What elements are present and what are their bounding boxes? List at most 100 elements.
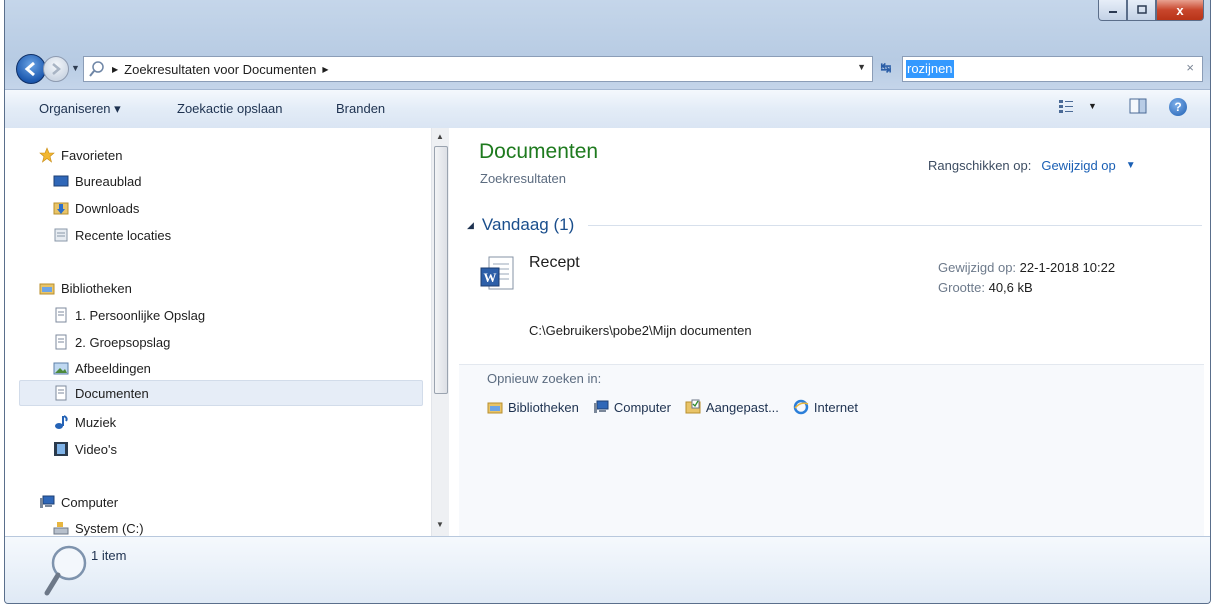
- change-view-button[interactable]: ▼: [1058, 98, 1097, 114]
- explorer-window: x ▼ ▶ Zoekresultaten voor Documenten ▶ ▼…: [4, 0, 1211, 604]
- size-label: Grootte:: [938, 280, 985, 295]
- details-pane: 1 item: [5, 536, 1210, 603]
- document-library-icon: [55, 334, 67, 350]
- sidebar-item-label: 2. Groepsopslag: [75, 334, 171, 350]
- internet-explorer-icon: [793, 399, 809, 415]
- document-library-icon: [55, 385, 67, 401]
- music-note-icon: [55, 415, 68, 429]
- libraries-icon: [39, 283, 55, 295]
- minimize-button[interactable]: [1098, 0, 1127, 21]
- scroll-down-icon[interactable]: ▼: [436, 520, 444, 529]
- search-again-computer[interactable]: Computer: [593, 399, 671, 415]
- sidebar-header-label: Bibliotheken: [61, 280, 132, 296]
- sidebar-item-downloads[interactable]: Downloads: [53, 195, 139, 221]
- burn-button[interactable]: Branden: [336, 101, 385, 116]
- chevron-down-icon[interactable]: ▼: [1126, 158, 1136, 174]
- page-subtitle: Zoekresultaten: [480, 171, 566, 186]
- size-value: 40,6 kB: [988, 280, 1033, 295]
- search-result-item[interactable]: W Recept C:\Gebruikers\pobe2\Mijn docume…: [479, 250, 1204, 350]
- organize-menu-button[interactable]: Organiseren ▾: [39, 101, 121, 117]
- sidebar-item-label: Downloads: [75, 200, 140, 216]
- maximize-icon: [1136, 5, 1147, 14]
- back-button[interactable]: [16, 54, 46, 84]
- sidebar-item-libraries[interactable]: Bibliotheken: [39, 275, 132, 301]
- arrange-by-value[interactable]: Gewijzigd op: [1041, 158, 1115, 174]
- sidebar-item-desktop[interactable]: Bureaublad: [53, 168, 142, 194]
- search-again-libraries[interactable]: Bibliotheken: [487, 399, 579, 415]
- search-input-value[interactable]: rozijnen: [906, 60, 954, 78]
- search-input[interactable]: rozijnen ×: [902, 56, 1203, 82]
- pictures-icon: [53, 362, 69, 375]
- minimize-icon: [1108, 11, 1117, 13]
- sidebar-item-computer[interactable]: Computer: [39, 489, 118, 515]
- sidebar-item-label: Video's: [75, 441, 117, 457]
- recent-locations-icon: [54, 228, 68, 242]
- document-library-icon: [55, 307, 67, 323]
- sidebar-item-system-drive[interactable]: System (C:): [53, 515, 144, 536]
- drive-icon: [53, 522, 69, 535]
- page-title: Documenten: [479, 140, 599, 163]
- collapse-triangle-icon[interactable]: ◢: [467, 220, 474, 231]
- search-again-custom[interactable]: Aangepast...: [685, 399, 779, 415]
- arrange-by-control[interactable]: Rangschikken op: Gewijzigd op ▼: [928, 158, 1136, 174]
- search-again-section: Opnieuw zoeken in: Bibliotheken Computer…: [459, 365, 1204, 536]
- scrollbar-thumb[interactable]: [434, 146, 448, 394]
- sidebar-item-videos[interactable]: Video's: [53, 436, 117, 462]
- sidebar-item-music[interactable]: Muziek: [53, 409, 116, 435]
- custom-folder-icon: [685, 399, 701, 414]
- clear-search-icon[interactable]: ×: [1186, 60, 1194, 75]
- computer-icon: [40, 495, 55, 508]
- breadcrumb-separator[interactable]: ▶: [112, 65, 118, 74]
- search-again-link-label: Computer: [613, 399, 671, 415]
- sidebar-item-group-storage[interactable]: 2. Groepsopslag: [53, 329, 170, 355]
- sidebar-item-personal-storage[interactable]: 1. Persoonlijke Opslag: [53, 302, 205, 328]
- sidebar-item-recent-locations[interactable]: Recente locaties: [53, 222, 171, 248]
- chevron-down-icon: ▼: [1088, 101, 1097, 111]
- navigation-pane-scrollbar[interactable]: ▲ ▼: [431, 128, 449, 536]
- search-again-link-label: Aangepast...: [705, 399, 779, 415]
- address-bar[interactable]: ▶ Zoekresultaten voor Documenten ▶ ▼: [83, 56, 873, 82]
- help-icon: ?: [1169, 98, 1187, 116]
- search-again-link-label: Bibliotheken: [508, 399, 579, 415]
- breadcrumb-separator[interactable]: ▶: [322, 65, 328, 74]
- maximize-button[interactable]: [1127, 0, 1156, 21]
- scroll-up-icon[interactable]: ▲: [436, 132, 444, 141]
- results-pane: Documenten Zoekresultaten Rangschikken o…: [449, 128, 1210, 536]
- desktop-icon: [53, 175, 69, 187]
- help-button[interactable]: ?: [1169, 98, 1187, 116]
- view-details-icon: [1059, 100, 1073, 113]
- recent-pages-dropdown[interactable]: ▼: [71, 63, 80, 73]
- sidebar-item-label: Recente locaties: [75, 227, 172, 243]
- refresh-icon: ↹: [880, 60, 892, 75]
- group-header-label: Vandaag (1): [481, 215, 575, 234]
- close-button[interactable]: x: [1156, 0, 1204, 21]
- arrange-by-label: Rangschikken op:: [928, 158, 1032, 173]
- sidebar-item-label: System (C:): [75, 520, 144, 536]
- breadcrumb-search-results[interactable]: Zoekresultaten voor Documenten: [124, 62, 316, 77]
- group-header[interactable]: ◢ Vandaag (1): [467, 215, 1202, 235]
- svg-text:W: W: [484, 270, 497, 285]
- sidebar-item-documents[interactable]: Documenten: [19, 380, 423, 406]
- preview-pane-icon: [1129, 98, 1147, 114]
- result-file-name[interactable]: Recept: [529, 254, 580, 272]
- search-again-label: Opnieuw zoeken in:: [487, 371, 602, 386]
- preview-pane-button[interactable]: [1129, 98, 1147, 114]
- forward-button[interactable]: [43, 56, 69, 82]
- refresh-button[interactable]: ↹: [873, 56, 899, 80]
- sidebar-item-label: Bureaublad: [75, 173, 142, 189]
- item-count: 1 item: [91, 548, 127, 563]
- result-file-path: C:\Gebruikers\pobe2\Mijn documenten: [529, 323, 752, 338]
- address-history-dropdown[interactable]: ▼: [857, 62, 866, 72]
- sidebar-item-label: Afbeeldingen: [75, 360, 151, 376]
- sidebar-item-pictures[interactable]: Afbeeldingen: [53, 355, 151, 381]
- back-arrow-icon: [24, 61, 35, 77]
- navigation-pane: Favorieten Bureaublad Downloads Recente …: [5, 128, 431, 536]
- modified-label: Gewijzigd op:: [938, 260, 1017, 275]
- sidebar-item-label: Muziek: [75, 414, 117, 430]
- search-magnifier-icon: [44, 545, 87, 596]
- sidebar-item-favorites[interactable]: Favorieten: [39, 142, 122, 168]
- sidebar-header-label: Computer: [61, 494, 119, 510]
- libraries-icon: [487, 402, 503, 414]
- search-again-internet[interactable]: Internet: [793, 399, 858, 415]
- save-search-button[interactable]: Zoekactie opslaan: [177, 101, 283, 116]
